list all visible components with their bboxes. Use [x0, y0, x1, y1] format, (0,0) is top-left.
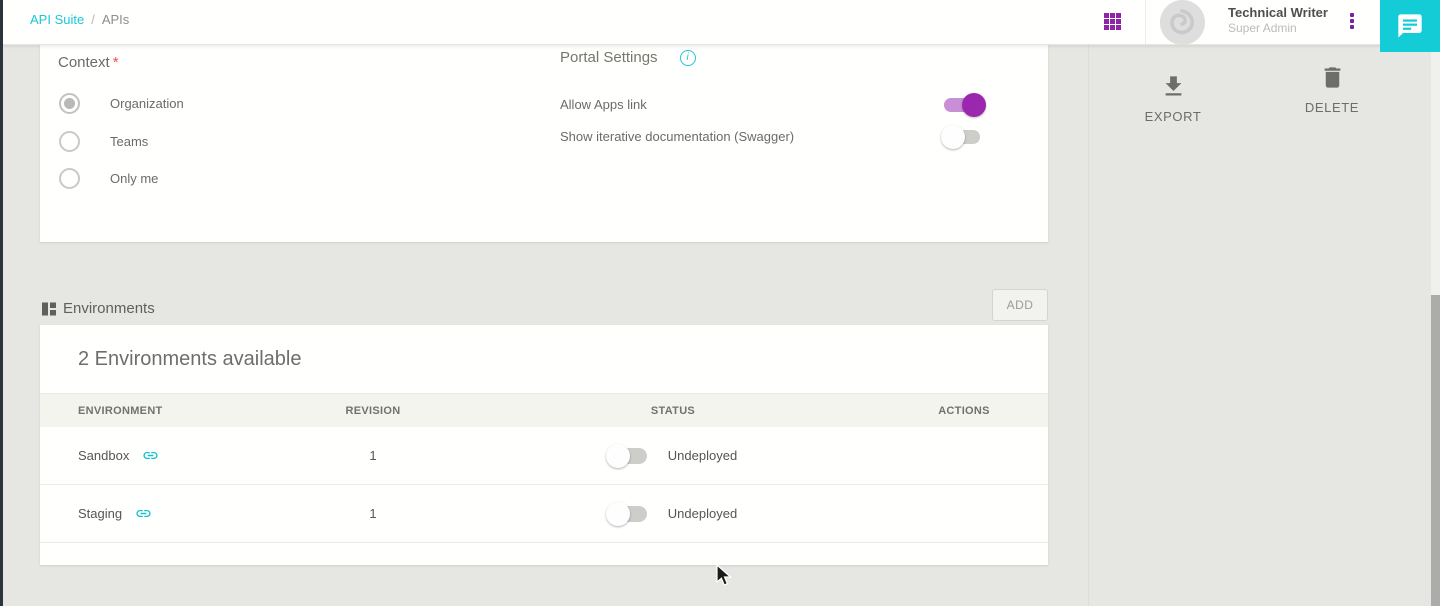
toggle-label: Allow Apps link [560, 97, 647, 112]
export-label: EXPORT [1145, 109, 1202, 124]
status-text: Undeployed [668, 506, 737, 521]
revision-cell: 1 [280, 448, 466, 463]
grid-dot [1110, 13, 1115, 18]
mouse-cursor [716, 564, 738, 588]
scrollbar-thumb[interactable] [1431, 295, 1440, 606]
content-rail-divider [1088, 45, 1089, 606]
table-row-staging: Staging 1 Undeployed [40, 485, 1048, 543]
toggle-label: Show iterative documentation (Swagger) [560, 129, 794, 144]
add-button[interactable]: ADD [992, 289, 1048, 321]
scrollbar[interactable] [1431, 52, 1440, 606]
user-info: Technical Writer Super Admin [1228, 5, 1328, 36]
toggle-knob [962, 93, 986, 117]
environment-name-cell: Sandbox [40, 447, 280, 464]
portal-settings-title: Portal Settings [560, 49, 658, 66]
grid-dot [1110, 25, 1115, 30]
radio-circle-icon [59, 93, 80, 114]
chat-button[interactable] [1380, 0, 1440, 52]
environment-name: Staging [78, 506, 122, 521]
revision-cell: 1 [280, 506, 466, 521]
apps-grid-icon[interactable] [1104, 13, 1121, 30]
kebab-dot [1350, 19, 1354, 23]
environment-name: Sandbox [78, 448, 129, 463]
radio-organization[interactable]: Organization [59, 93, 184, 114]
toggle-knob [606, 502, 630, 526]
breadcrumb-current-apis: APIs [102, 12, 129, 27]
context-card: Context* Organization Teams Only me Port… [40, 45, 1048, 242]
column-header-status: STATUS [466, 405, 880, 417]
table-row-sandbox: Sandbox 1 Undeployed [40, 427, 1048, 485]
context-title-text: Context [58, 54, 110, 71]
breadcrumb-separator: / [91, 12, 95, 27]
radio-circle-icon [59, 131, 80, 152]
avatar-logo-icon [1160, 0, 1205, 45]
context-field-title: Context* [58, 54, 119, 71]
toggle-knob [941, 125, 965, 149]
radio-dot [64, 136, 75, 147]
grid-dot [1104, 25, 1109, 30]
deploy-toggle[interactable] [609, 448, 647, 464]
breadcrumb-link-api-suite[interactable]: API Suite [30, 12, 84, 27]
column-header-revision: REVISION [280, 405, 466, 417]
avatar[interactable] [1160, 0, 1205, 45]
breadcrumb: API Suite / APIs [30, 12, 129, 27]
radio-only-me[interactable]: Only me [59, 168, 158, 189]
radio-label: Organization [110, 96, 184, 111]
grid-dot [1110, 19, 1115, 24]
grid-dot [1116, 19, 1121, 24]
environments-card: 2 Environments available ENVIRONMENT REV… [40, 325, 1048, 565]
toggle-row-allow-apps-link: Allow Apps link [560, 97, 980, 112]
view-quilt-icon [42, 302, 56, 316]
delete-label: DELETE [1305, 100, 1359, 115]
info-icon[interactable]: i [680, 50, 696, 66]
app-root: API Suite / APIs Technical Writer Super … [0, 0, 1440, 606]
link-icon[interactable] [142, 447, 159, 464]
export-button[interactable]: EXPORT [1135, 73, 1211, 124]
environments-section-header: Environments [42, 300, 155, 317]
swagger-docs-toggle[interactable] [944, 130, 980, 144]
grid-dot [1116, 13, 1121, 18]
portal-settings-header: Portal Settings i [560, 49, 696, 66]
toggle-knob [606, 444, 630, 468]
radio-dot [64, 173, 75, 184]
kebab-menu-icon[interactable] [1347, 13, 1357, 31]
kebab-dot [1350, 25, 1354, 29]
environments-table-header: ENVIRONMENT REVISION STATUS ACTIONS [40, 393, 1048, 427]
link-icon[interactable] [135, 505, 152, 522]
kebab-dot [1350, 13, 1354, 17]
status-text: Undeployed [668, 448, 737, 463]
radio-label: Only me [110, 171, 158, 186]
allow-apps-link-toggle[interactable] [944, 98, 980, 112]
radio-label: Teams [110, 134, 148, 149]
column-header-actions: ACTIONS [880, 405, 1048, 417]
user-name: Technical Writer [1228, 5, 1328, 21]
toggle-row-swagger-docs: Show iterative documentation (Swagger) [560, 129, 980, 144]
required-marker: * [113, 54, 119, 71]
delete-button[interactable]: DELETE [1294, 64, 1370, 115]
top-header: API Suite / APIs Technical Writer Super … [3, 0, 1440, 45]
radio-dot [64, 98, 75, 109]
environments-section-title: Environments [63, 300, 155, 317]
grid-dot [1116, 25, 1121, 30]
trash-icon [1319, 64, 1346, 91]
header-divider [1145, 0, 1146, 45]
status-cell: Undeployed [466, 506, 880, 522]
collapsed-nav-edge [0, 0, 3, 606]
radio-teams[interactable]: Teams [59, 131, 148, 152]
grid-dot [1104, 19, 1109, 24]
deploy-toggle[interactable] [609, 506, 647, 522]
column-header-environment: ENVIRONMENT [40, 405, 280, 417]
download-icon [1160, 73, 1187, 100]
chat-icon [1396, 12, 1424, 40]
radio-circle-icon [59, 168, 80, 189]
environments-summary: 2 Environments available [78, 348, 301, 371]
user-role: Super Admin [1228, 21, 1328, 36]
grid-dot [1104, 13, 1109, 18]
status-cell: Undeployed [466, 448, 880, 464]
environment-name-cell: Staging [40, 505, 280, 522]
